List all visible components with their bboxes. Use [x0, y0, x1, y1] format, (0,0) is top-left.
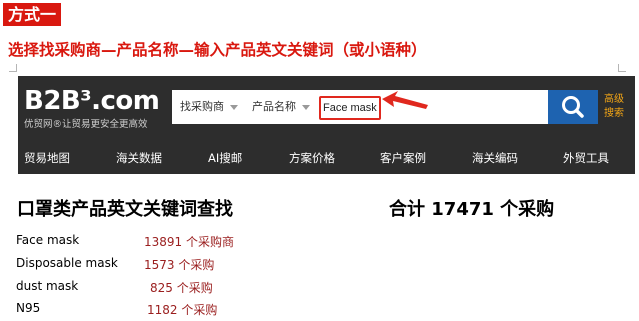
nav-item-customs-data[interactable]: 海关数据 [116, 150, 162, 166]
search-field-label: 产品名称 [252, 100, 296, 113]
search-type-select[interactable]: 找采购商 [180, 90, 238, 124]
search-icon [562, 96, 584, 118]
nav-item-hs-code[interactable]: 海关编码 [472, 150, 518, 166]
main-nav: 贸易地图 海关数据 AI搜邮 方案价格 客户案例 海关编码 外贸工具 [18, 150, 635, 172]
buyer-count: 13891 个采购商 [144, 235, 234, 249]
buyer-count: 1182 个采购 [147, 303, 218, 317]
method-tag: 方式一 [3, 3, 62, 26]
keyword-text: Disposable mask [16, 256, 118, 270]
keyword-text: Face mask [16, 233, 80, 247]
search-button[interactable] [548, 90, 598, 124]
nav-item-trade-map[interactable]: 贸易地图 [24, 150, 70, 166]
results-total: 合计 17471 个采购 [389, 199, 555, 220]
buyer-count: 825 个采购 [150, 281, 213, 295]
search-bar: 找采购商 产品名称 [172, 90, 548, 124]
chevron-down-icon [230, 104, 238, 110]
search-type-label: 找采购商 [180, 100, 224, 113]
nav-item-cases[interactable]: 客户案例 [380, 150, 426, 166]
search-input[interactable] [319, 96, 381, 120]
list-item: Face mask 13891 个采购商 [0, 233, 300, 255]
crop-mark-left [9, 64, 17, 72]
annotation-arrow-icon [382, 91, 428, 109]
site-logo[interactable]: B2B³.com [24, 86, 160, 116]
advanced-search-link[interactable]: 高级搜索 [604, 93, 632, 121]
nav-item-pricing[interactable]: 方案价格 [289, 150, 335, 166]
site-header: B2B³.com 优贸网®让贸易更安全更高效 找采购商 产品名称 高级搜索 贸易… [18, 76, 635, 174]
crop-mark-right [618, 64, 626, 72]
chevron-down-icon [302, 104, 310, 110]
logo-tagline: 优贸网®让贸易更安全更高效 [24, 119, 148, 130]
keyword-text: dust mask [16, 279, 79, 293]
nav-item-ai-search[interactable]: AI搜邮 [208, 150, 242, 166]
list-item: Disposable mask 1573 个采购 [0, 256, 300, 278]
buyer-count: 1573 个采购 [144, 258, 215, 272]
results-title: 口罩类产品英文关键词查找 [17, 199, 233, 220]
search-field-select[interactable]: 产品名称 [252, 90, 310, 124]
instruction-steps: 选择找采购商—产品名称—输入产品英文关键词（或小语种） [8, 41, 427, 59]
keyword-text: N95 [16, 301, 41, 315]
list-item: dust mask 825 个采购 [0, 279, 300, 301]
nav-item-trade-tools[interactable]: 外贸工具 [563, 150, 609, 166]
list-item: N95 1182 个采购 [0, 301, 300, 321]
